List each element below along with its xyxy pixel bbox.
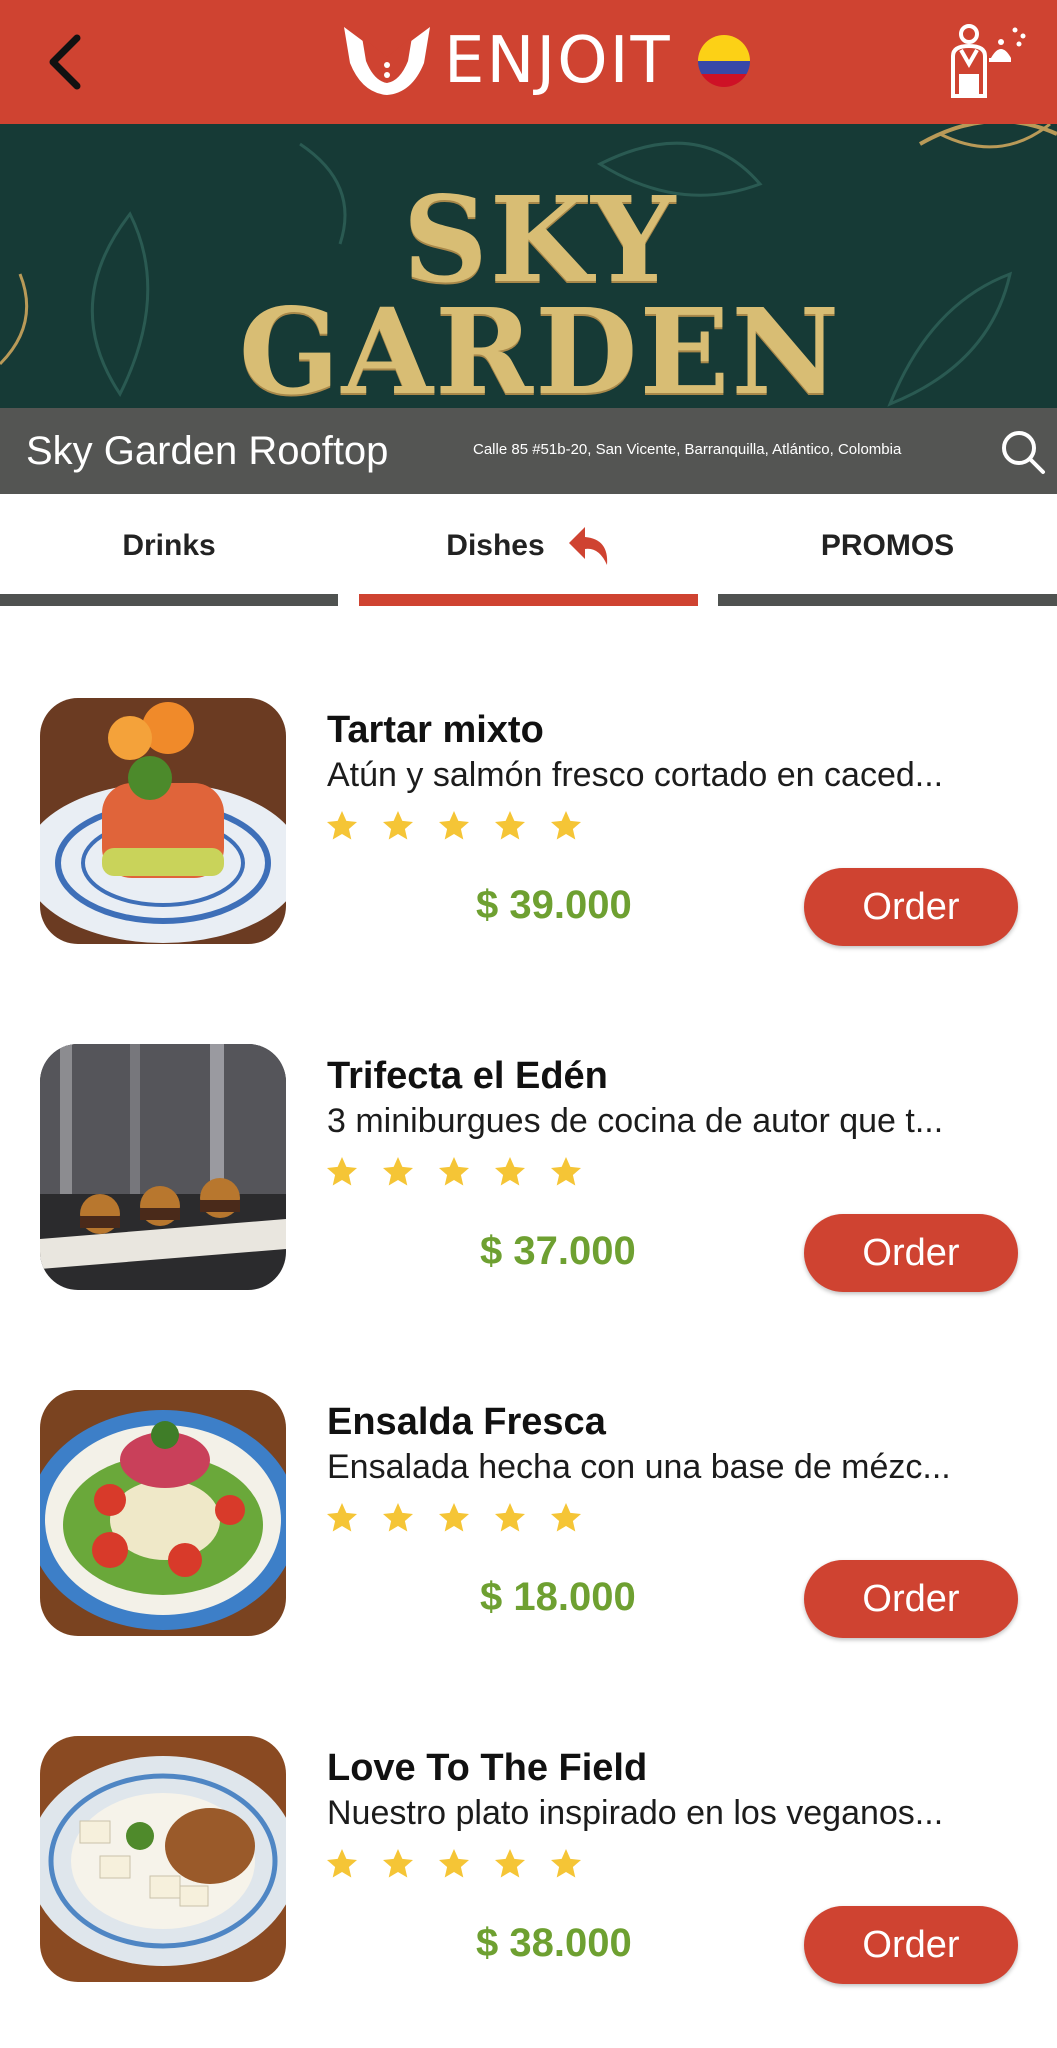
dish-description: Atún y salmón fresco cortado en caced... [327, 756, 944, 794]
star-icon [383, 1849, 413, 1878]
star-icon [551, 1849, 581, 1878]
star-icon [327, 1157, 357, 1186]
star-icon [439, 811, 469, 840]
order-button[interactable]: Order [804, 1214, 1018, 1292]
restaurant-name: Sky Garden Rooftop [26, 429, 389, 473]
dish-rating [324, 1500, 584, 1536]
dish-description: Nuestro plato inspirado en los veganos..… [327, 1794, 944, 1832]
dish-rating [324, 1154, 584, 1190]
tab-promos-label: PROMOS [820, 529, 955, 562]
star-icon [383, 811, 413, 840]
order-button[interactable]: Order [804, 1906, 1018, 1984]
order-button[interactable]: Order [804, 1560, 1018, 1638]
dish-item[interactable]: Trifecta el Edén 3 miniburgues de cocina… [0, 1044, 1057, 1294]
dish-photo [40, 1390, 286, 1636]
tab-drinks-label: Drinks [122, 529, 216, 562]
tuxedo-logo-icon [344, 27, 430, 95]
call-waiter-button[interactable] [945, 20, 1031, 106]
star-icon [327, 811, 357, 840]
logo-text: ENJOIT [444, 24, 672, 98]
tab-drinks-underline [0, 594, 338, 606]
reply-arrow-icon [568, 527, 607, 565]
banner-title-line1: SKY [402, 170, 678, 309]
back-button[interactable] [30, 22, 100, 102]
dish-name: Trifecta el Edén [327, 1055, 608, 1097]
star-icon [551, 1157, 581, 1186]
banner-title: SKY GARDEN [220, 170, 860, 409]
search-icon [1002, 431, 1045, 474]
dish-item[interactable]: Ensalda Fresca Ensalada hecha con una ba… [0, 1390, 1057, 1640]
star-icon [495, 1503, 525, 1532]
star-icon [327, 1503, 357, 1532]
tab-promos-underline [718, 594, 1057, 606]
dish-photo [40, 1736, 286, 1982]
star-icon [495, 811, 525, 840]
dish-rating [324, 808, 584, 844]
app-header: ENJOIT [0, 0, 1057, 124]
restaurant-info-bar: Sky Garden Rooftop Calle 85 #51b-20, San… [0, 408, 1057, 494]
dish-name: Tartar mixto [327, 709, 544, 751]
restaurant-address: Calle 85 #51b-20, San Vicente, Barranqui… [473, 441, 902, 458]
dish-rating [324, 1846, 584, 1882]
restaurant-banner: SKY GARDEN [0, 124, 1057, 408]
dish-item[interactable]: Tartar mixto Atún y salmón fresco cortad… [0, 698, 1057, 948]
star-icon [383, 1157, 413, 1186]
dish-description: 3 miniburgues de cocina de autor que t..… [327, 1102, 944, 1140]
dish-photo [40, 1044, 286, 1290]
tab-drinks[interactable]: Drinks [0, 494, 338, 606]
dish-price: $ 38.000 [476, 1921, 632, 1965]
star-icon [495, 1157, 525, 1186]
dish-price: $ 37.000 [480, 1229, 636, 1273]
tab-dishes-underline [359, 594, 698, 606]
enjoit-logo: ENJOIT [340, 18, 750, 104]
star-icon [439, 1503, 469, 1532]
dish-photo [40, 698, 286, 944]
dish-price: $ 18.000 [480, 1575, 636, 1619]
star-icon [551, 811, 581, 840]
tab-dishes-label: Dishes [446, 529, 545, 562]
star-icon [495, 1849, 525, 1878]
star-icon [383, 1503, 413, 1532]
dish-price: $ 39.000 [476, 883, 632, 927]
banner-title-line2: GARDEN [238, 282, 842, 409]
star-icon [327, 1849, 357, 1878]
star-icon [439, 1849, 469, 1878]
dish-name: Ensalda Fresca [327, 1401, 606, 1443]
category-tabs: Drinks Dishes PROMOS [0, 494, 1057, 606]
dish-item[interactable]: Love To The Field Nuestro plato inspirad… [0, 1736, 1057, 1986]
star-icon [439, 1157, 469, 1186]
order-button[interactable]: Order [804, 868, 1018, 946]
colombia-flag-icon [697, 35, 750, 87]
star-icon [551, 1503, 581, 1532]
search-button[interactable] [1000, 429, 1046, 475]
chevron-left-icon [49, 34, 81, 90]
tab-promos[interactable]: PROMOS [718, 494, 1057, 606]
tab-dishes[interactable]: Dishes [359, 494, 698, 606]
dish-description: Ensalada hecha con una base de mézc... [327, 1448, 951, 1486]
dish-name: Love To The Field [327, 1747, 648, 1789]
waiter-service-icon [951, 24, 1026, 98]
